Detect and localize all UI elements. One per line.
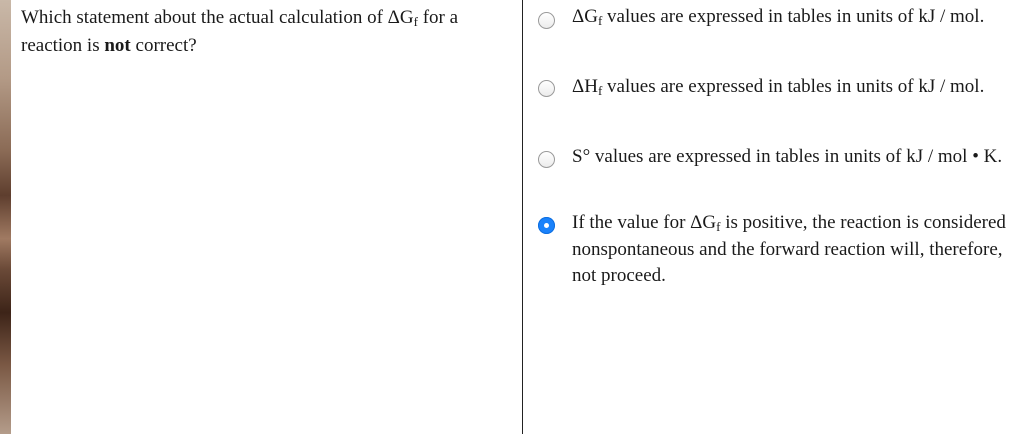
answer-option-label: S° values are expressed in tables in uni… [572, 144, 1022, 170]
option-symbol: ΔG [572, 6, 598, 27]
answer-option-label: ΔGf values are expressed in tables in un… [572, 4, 1022, 30]
answer-option-label: ΔHf values are expressed in tables in un… [572, 74, 1022, 100]
radio-button-4-selected[interactable] [538, 217, 555, 234]
question-text-part: correct? [130, 35, 197, 56]
background-photo-strip [0, 0, 11, 434]
radio-button-3[interactable] [538, 151, 555, 168]
option-symbol: ΔH [572, 76, 598, 97]
option-text: values are expressed in tables in units … [602, 6, 985, 27]
question-text: Which statement about the actual calcula… [21, 4, 519, 60]
option-text: S° values are expressed in tables in uni… [572, 146, 1003, 167]
option-text: If the value for ΔG [572, 212, 717, 233]
radio-button-2[interactable] [538, 80, 555, 97]
question-pane: Which statement about the actual calcula… [11, 0, 523, 434]
option-text: values are expressed in tables in units … [602, 76, 985, 97]
radio-button-1[interactable] [538, 12, 555, 29]
answer-option-label: If the value for ΔGf is positive, the re… [572, 210, 1022, 290]
answer-options: ΔGf values are expressed in tables in un… [524, 0, 1024, 434]
question-text-part: Which statement about the actual calcula… [21, 7, 414, 28]
question-emphasis: not [104, 35, 131, 56]
